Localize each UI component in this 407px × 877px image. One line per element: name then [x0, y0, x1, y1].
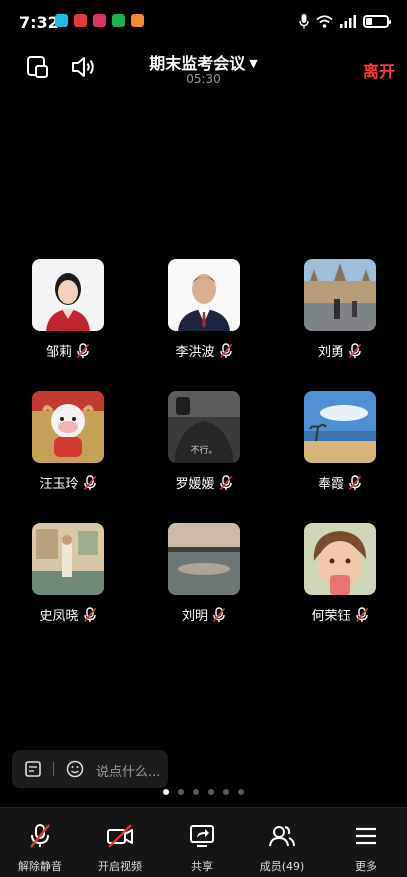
- mic-muted-icon: [219, 474, 232, 490]
- participant-label: 汪玉玲: [18, 473, 118, 492]
- avatar: [168, 259, 240, 331]
- status-time: 7:32: [19, 13, 59, 32]
- page-indicator: [0, 789, 407, 795]
- app-notification-icon: [112, 14, 125, 27]
- more-label: 更多: [355, 860, 377, 873]
- participant-label: 史凤晓: [18, 605, 118, 624]
- avatar: [304, 391, 376, 463]
- mic-muted-icon: [76, 342, 90, 358]
- app-notification-icon: [93, 14, 106, 27]
- mic-muted-icon: [355, 606, 368, 622]
- participant-tile[interactable]: 汪玉玲: [18, 391, 118, 501]
- chat-list-icon[interactable]: [24, 760, 42, 778]
- share-screen-icon: [190, 825, 214, 847]
- chat-placeholder[interactable]: 说点什么...: [96, 761, 160, 780]
- participant-tile[interactable]: 刘明: [154, 523, 254, 633]
- chat-input-bar[interactable]: 说点什么...: [12, 750, 168, 788]
- start-video-label: 开启视频: [98, 860, 142, 873]
- mic-muted-icon: [30, 824, 50, 848]
- page-dot[interactable]: [223, 789, 229, 795]
- page-dot[interactable]: [163, 789, 169, 795]
- avatar: [32, 523, 104, 595]
- status-indicators: [299, 13, 391, 29]
- participant-tile[interactable]: 李洪波: [154, 259, 254, 369]
- participant-label: 罗媛媛: [154, 473, 254, 492]
- participant-name: 李洪波: [175, 345, 215, 360]
- wifi-icon: [316, 14, 333, 28]
- participant-label: 刘勇: [290, 341, 390, 360]
- members-label: 成员(49): [259, 860, 305, 873]
- status-bar: 7:32: [0, 0, 407, 40]
- page-dot[interactable]: [208, 789, 214, 795]
- participant-tile[interactable]: 不行。 罗媛媛: [154, 391, 254, 501]
- emoji-icon[interactable]: [66, 760, 84, 778]
- avatar: 不行。: [168, 391, 240, 463]
- avatar: [304, 523, 376, 595]
- menu-icon: [356, 827, 376, 845]
- participant-label: 李洪波: [154, 341, 254, 360]
- page-dot[interactable]: [193, 789, 199, 795]
- participant-name: 罗媛媛: [175, 477, 215, 492]
- participant-tile[interactable]: 史凤晓: [18, 523, 118, 633]
- unmute-label: 解除静音: [18, 860, 62, 873]
- start-video-button[interactable]: 开启视频: [80, 818, 160, 874]
- participant-label: 刘明: [154, 605, 254, 624]
- participant-tile[interactable]: 奉霞: [290, 391, 390, 501]
- caret-down-icon: ▼: [249, 57, 258, 70]
- avatar: [304, 259, 376, 331]
- participant-label: 奉霞: [290, 473, 390, 492]
- page-dot[interactable]: [238, 789, 244, 795]
- divider: [53, 762, 54, 776]
- participant-name: 邹莉: [45, 345, 72, 360]
- participant-name: 奉霞: [317, 477, 344, 492]
- meeting-timer: 05:30: [186, 72, 221, 86]
- meeting-title-text: 期末监考会议: [149, 54, 246, 73]
- avatar: [168, 523, 240, 595]
- app-notification-icon: [131, 14, 144, 27]
- mic-muted-icon: [212, 606, 226, 622]
- microphone-icon: [299, 13, 309, 28]
- leave-button[interactable]: 离开: [363, 58, 395, 82]
- mic-muted-icon: [219, 342, 232, 358]
- battery-icon: [363, 14, 391, 28]
- share-button[interactable]: 共享: [162, 818, 242, 874]
- page-dot[interactable]: [178, 789, 184, 795]
- members-button[interactable]: 成员(49): [242, 818, 322, 874]
- bottom-toolbar: 解除静音 开启视频 共享 成员(49) 更多: [0, 807, 407, 877]
- avatar-caption: 不行。: [190, 444, 217, 456]
- participant-label: 邹莉: [18, 341, 118, 360]
- participant-name: 刘明: [181, 609, 208, 624]
- mic-muted-icon: [83, 474, 96, 490]
- app-notification-icon: [55, 14, 68, 27]
- participant-name: 何荣钰: [311, 609, 351, 624]
- unmute-button[interactable]: 解除静音: [0, 818, 80, 874]
- mic-muted-icon: [83, 606, 96, 622]
- participant-name: 汪玉玲: [39, 477, 79, 492]
- participant-name: 史凤晓: [39, 609, 79, 624]
- app-notification-icon: [74, 14, 87, 27]
- participant-tile[interactable]: 邹莉: [18, 259, 118, 369]
- avatar: [32, 391, 104, 463]
- participant-tile[interactable]: 刘勇: [290, 259, 390, 369]
- video-off-icon: [107, 824, 133, 848]
- signal-icon: [340, 14, 356, 28]
- meeting-title[interactable]: 期末监考会议 ▼: [0, 50, 407, 74]
- more-button[interactable]: 更多: [326, 818, 406, 874]
- share-label: 共享: [191, 860, 213, 873]
- avatar: [32, 259, 104, 331]
- mic-muted-icon: [348, 342, 362, 358]
- participant-name: 刘勇: [317, 345, 344, 360]
- members-icon: [269, 826, 295, 847]
- mic-muted-icon: [348, 474, 362, 490]
- meeting-header: 期末监考会议 ▼ 05:30 离开: [0, 44, 407, 88]
- participant-tile[interactable]: 何荣钰: [290, 523, 390, 633]
- participant-label: 何荣钰: [290, 605, 390, 624]
